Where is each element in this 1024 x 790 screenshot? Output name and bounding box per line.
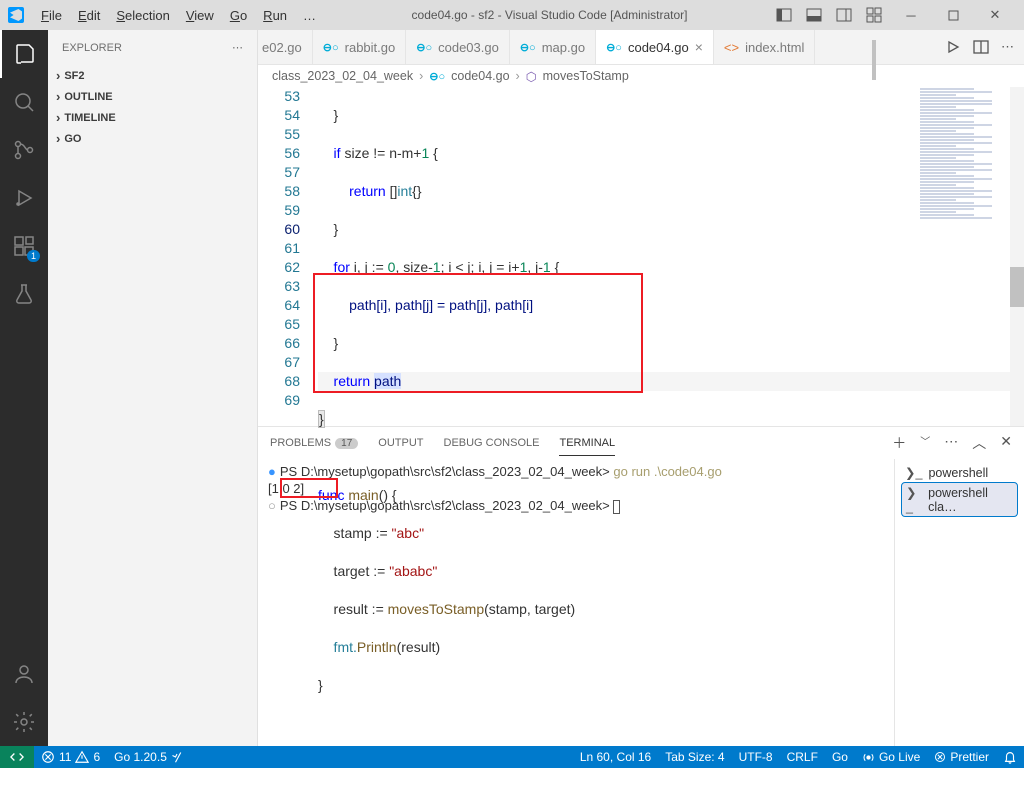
sidebar-item-go[interactable]: ›GO bbox=[48, 128, 257, 149]
sidebar-item-outline[interactable]: ›OUTLINE bbox=[48, 86, 257, 107]
menu-more[interactable]: … bbox=[296, 4, 323, 27]
breadcrumb[interactable]: class_2023_02_04_week› ⊖○code04.go› ⬡mov… bbox=[258, 65, 1024, 87]
go-icon: ⊖○ bbox=[429, 70, 445, 83]
menu-selection[interactable]: Selection bbox=[109, 4, 176, 27]
activity-bar: 1 bbox=[0, 30, 48, 746]
vscode-logo-icon bbox=[8, 7, 24, 23]
layout-toggle-right-icon[interactable] bbox=[836, 7, 852, 23]
source-control-icon[interactable] bbox=[0, 126, 48, 174]
side-panel: EXPLORER ⋯ ›SF2 ›OUTLINE ›TIMELINE ›GO bbox=[48, 30, 258, 746]
tab-e02[interactable]: e02.go bbox=[258, 30, 313, 64]
editor-area: e02.go ⊖○rabbit.go ⊖○code03.go ⊖○map.go … bbox=[258, 30, 1024, 746]
customize-layout-icon[interactable] bbox=[866, 7, 882, 23]
run-debug-icon[interactable] bbox=[0, 174, 48, 222]
extensions-icon[interactable]: 1 bbox=[0, 222, 48, 270]
menu-file[interactable]: File bbox=[34, 4, 69, 27]
html-icon: <> bbox=[724, 40, 739, 55]
go-icon: ⊖○ bbox=[606, 41, 622, 54]
explorer-more-icon[interactable]: ⋯ bbox=[232, 41, 243, 54]
remote-button[interactable] bbox=[0, 746, 34, 768]
menu-edit[interactable]: Edit bbox=[71, 4, 107, 27]
editor-scrollbar[interactable] bbox=[1010, 87, 1024, 426]
symbol-icon: ⬡ bbox=[526, 69, 537, 84]
go-icon: ⊖○ bbox=[520, 41, 536, 54]
line-gutter: 5354555657585960616263646566676869 bbox=[258, 87, 318, 426]
layout-toggle-left-icon[interactable] bbox=[776, 7, 792, 23]
go-icon: ⊖○ bbox=[323, 41, 339, 54]
code-editor[interactable]: 5354555657585960616263646566676869 } if … bbox=[258, 87, 1024, 426]
run-code-icon[interactable] bbox=[945, 39, 961, 55]
tab-rabbit[interactable]: ⊖○rabbit.go bbox=[313, 30, 406, 64]
layout-toggle-bottom-icon[interactable] bbox=[806, 7, 822, 23]
explorer-header: EXPLORER ⋯ bbox=[48, 30, 257, 65]
editor-tabs: e02.go ⊖○rabbit.go ⊖○code03.go ⊖○map.go … bbox=[258, 30, 1024, 65]
tab-code04[interactable]: ⊖○code04.go× bbox=[596, 30, 714, 64]
settings-icon[interactable] bbox=[0, 698, 48, 746]
window-title: code04.go - sf2 - Visual Studio Code [Ad… bbox=[323, 8, 776, 22]
menu-go[interactable]: Go bbox=[223, 4, 254, 27]
accounts-icon[interactable] bbox=[0, 650, 48, 698]
menu-run[interactable]: Run bbox=[256, 4, 294, 27]
sidebar-item-timeline[interactable]: ›TIMELINE bbox=[48, 107, 257, 128]
close-window-button[interactable]: ✕ bbox=[974, 1, 1016, 29]
minimap[interactable] bbox=[920, 87, 1010, 307]
menu-view[interactable]: View bbox=[179, 4, 221, 27]
explorer-icon[interactable] bbox=[0, 30, 48, 78]
extensions-badge: 1 bbox=[27, 250, 40, 262]
tab-map[interactable]: ⊖○map.go bbox=[510, 30, 596, 64]
menu-bar: File Edit Selection View Go Run … bbox=[34, 4, 323, 27]
terminal-scrollbar[interactable] bbox=[872, 40, 876, 80]
title-bar: File Edit Selection View Go Run … code04… bbox=[0, 0, 1024, 30]
code-content[interactable]: } if size != n-m+1 { return []int{} } fo… bbox=[318, 87, 1024, 426]
status-go-version[interactable]: Go 1.20.5 bbox=[107, 746, 190, 768]
split-editor-icon[interactable] bbox=[973, 39, 989, 55]
status-problems[interactable]: 11 6 bbox=[34, 746, 107, 768]
testing-icon[interactable] bbox=[0, 270, 48, 318]
minimize-button[interactable]: ─ bbox=[890, 1, 932, 29]
search-icon[interactable] bbox=[0, 78, 48, 126]
maximize-button[interactable] bbox=[932, 1, 974, 29]
go-icon: ⊖○ bbox=[416, 41, 432, 54]
sidebar-item-sf2[interactable]: ›SF2 bbox=[48, 65, 257, 86]
tab-code03[interactable]: ⊖○code03.go bbox=[406, 30, 510, 64]
editor-more-icon[interactable]: ⋯ bbox=[1001, 39, 1014, 55]
close-icon[interactable]: × bbox=[695, 39, 703, 55]
tab-index-html[interactable]: <>index.html bbox=[714, 30, 815, 64]
